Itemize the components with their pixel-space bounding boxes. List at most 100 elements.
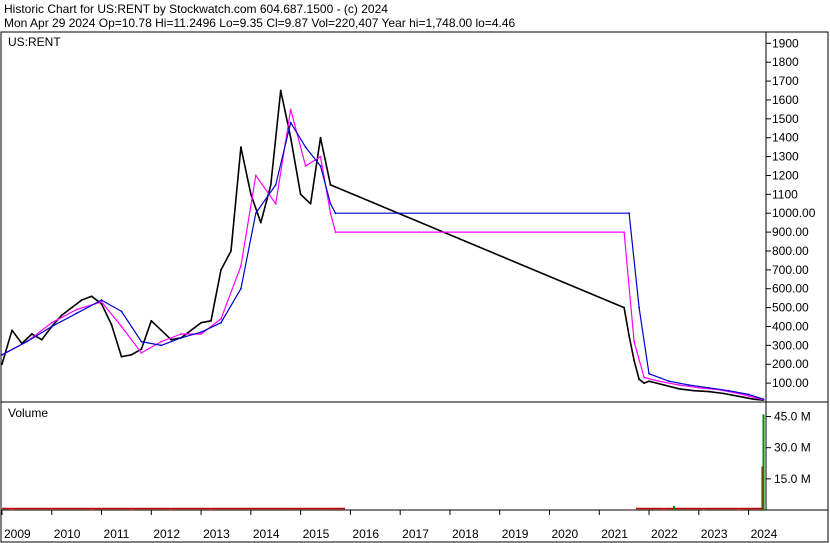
data-point-moving-average-slow <box>668 380 670 383</box>
data-point-moving-average-fast <box>697 386 700 389</box>
x-tick-label: 2024 <box>751 527 778 541</box>
data-point-price <box>299 193 302 196</box>
x-tick-label: 2020 <box>551 527 578 541</box>
data-point-price <box>1 363 3 366</box>
data-point-price <box>752 398 755 401</box>
data-point-moving-average-fast <box>633 340 636 343</box>
data-point-moving-average-slow <box>707 386 710 389</box>
data-point-moving-average-slow <box>289 121 292 124</box>
data-point-moving-average-slow <box>254 212 257 215</box>
chart-header-line1: Historic Chart for US:RENT by Stockwatch… <box>4 2 388 16</box>
data-point-price <box>663 384 665 386</box>
data-point-moving-average-slow <box>140 340 143 343</box>
price-y-tick-label: 700.00 <box>772 263 809 277</box>
data-point-moving-average-slow <box>75 312 78 315</box>
x-tick-label: 2013 <box>203 527 230 541</box>
price-y-tick-label: 300.00 <box>772 338 809 352</box>
data-point-price <box>190 329 193 332</box>
volume-bar <box>170 509 173 511</box>
price-y-tick-label: 500.00 <box>772 301 809 315</box>
price-y-tick-label: 100.00 <box>772 376 809 390</box>
volume-bar <box>628 509 631 511</box>
price-panel-title: US:RENT <box>8 35 61 49</box>
volume-y-tick-label: 15.0 M <box>774 472 811 486</box>
data-point-price <box>170 338 173 341</box>
price-y-tick-label: 1800 <box>772 55 799 69</box>
volume-bar <box>10 509 13 511</box>
data-point-moving-average-fast <box>160 340 163 343</box>
data-point-moving-average-fast <box>220 318 222 320</box>
stock-chart: Historic Chart for US:RENT by Stockwatch… <box>0 0 830 543</box>
price-y-tick-label: 1700 <box>772 74 799 88</box>
data-point-moving-average-slow <box>638 306 640 309</box>
x-tick-label: 2023 <box>701 527 728 541</box>
data-point-price <box>329 184 332 186</box>
data-point-price <box>623 306 626 309</box>
price-y-tick-label: 800.00 <box>772 244 809 258</box>
data-point-price <box>130 353 133 356</box>
data-point-moving-average-fast <box>75 308 78 311</box>
x-tick-label: 2016 <box>352 527 379 541</box>
price-y-tick-label: 1500 <box>772 112 799 126</box>
data-point-price <box>140 348 143 351</box>
data-point-moving-average-fast <box>623 231 626 234</box>
data-point-moving-average-slow <box>100 299 103 301</box>
data-point-price <box>692 389 695 392</box>
data-point-moving-average-slow <box>160 344 163 347</box>
x-tick-label: 2010 <box>54 527 81 541</box>
x-tick-label: 2015 <box>303 527 330 541</box>
x-tick-label: 2019 <box>502 527 529 541</box>
data-point-price <box>269 184 272 186</box>
data-point-price <box>638 378 640 381</box>
data-point-price <box>259 221 262 224</box>
volume-bar <box>324 509 327 511</box>
data-point-moving-average-fast <box>334 231 337 234</box>
data-point-moving-average-slow <box>220 321 222 324</box>
data-point-price <box>249 193 252 196</box>
data-point-moving-average-slow <box>687 384 690 386</box>
data-point-price <box>737 395 740 398</box>
data-point-moving-average-slow <box>747 393 750 396</box>
price-y-tick-label: 400.00 <box>772 319 809 333</box>
price-y-tick-label: 1400 <box>772 131 799 145</box>
data-point-moving-average-slow <box>334 212 337 215</box>
price-y-tick-label: 900.00 <box>772 225 809 239</box>
x-tick-label: 2014 <box>253 527 280 541</box>
data-point-price <box>200 321 202 324</box>
data-point-price <box>707 390 710 393</box>
data-point-moving-average-fast <box>319 155 322 158</box>
price-y-tick-label: 1900 <box>772 36 799 50</box>
volume-y-tick-label: 45.0 M <box>774 410 811 424</box>
data-point-price <box>722 392 725 395</box>
data-point-moving-average-slow <box>1 353 3 356</box>
data-point-moving-average-slow <box>120 310 123 313</box>
price-y-tick-label: 1600 <box>772 93 799 107</box>
price-y-tick-label: 1100 <box>772 187 798 201</box>
volume-bar <box>289 509 292 511</box>
data-point-price <box>120 355 123 358</box>
price-y-tick-label: 600.00 <box>772 282 809 296</box>
data-point-moving-average-fast <box>50 321 53 324</box>
data-point-price <box>30 333 33 335</box>
data-point-moving-average-fast <box>304 165 307 167</box>
data-point-price <box>309 202 312 205</box>
data-point-moving-average-fast <box>200 333 202 335</box>
volume-bar <box>130 509 133 511</box>
data-point-price <box>279 89 282 92</box>
data-point-price <box>40 338 43 341</box>
data-point-moving-average-slow <box>200 331 202 334</box>
data-point-price <box>240 146 242 149</box>
chart-header-line2: Mon Apr 29 2024 Op=10.78 Hi=11.2496 Lo=9… <box>4 16 516 30</box>
data-point-moving-average-fast <box>274 202 277 205</box>
volume-bar <box>702 509 705 511</box>
data-point-price <box>160 329 163 332</box>
volume-y-tick-label: 30.0 M <box>774 441 811 455</box>
x-tick-label: 2009 <box>4 527 31 541</box>
data-point-moving-average-fast <box>120 325 123 328</box>
volume-bar <box>737 509 740 511</box>
chart-background <box>0 0 830 543</box>
x-tick-label: 2012 <box>153 527 180 541</box>
data-point-moving-average-slow <box>762 398 765 401</box>
data-point-moving-average-slow <box>180 336 183 339</box>
data-point-price <box>60 314 63 317</box>
